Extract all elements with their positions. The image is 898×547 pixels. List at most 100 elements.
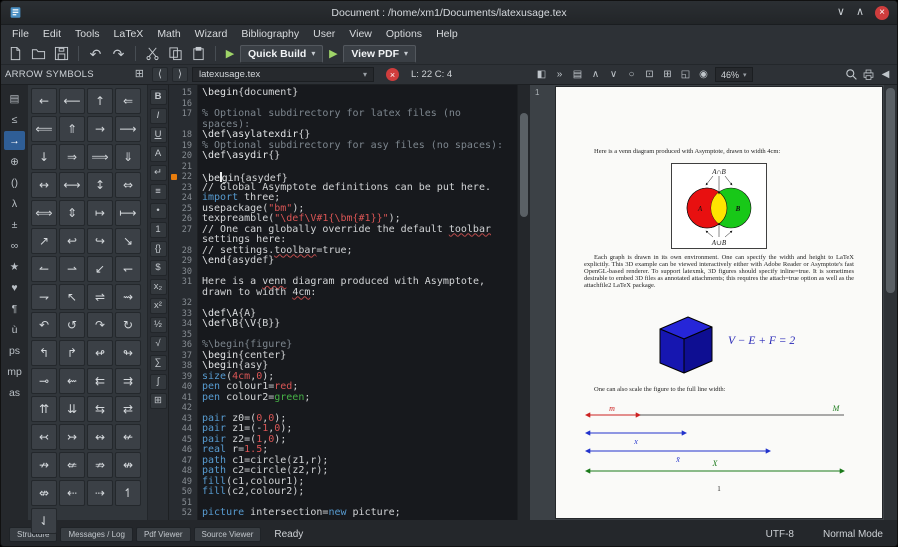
code-line[interactable]: \def\asydir{}: [202, 151, 517, 162]
panel-grid-icon[interactable]: ⊞: [135, 69, 144, 80]
symbol-button[interactable]: ⟸: [31, 116, 57, 142]
menu-item[interactable]: Bibliography: [234, 27, 306, 41]
inline-math-icon[interactable]: $: [150, 260, 167, 276]
symbol-button[interactable]: ↚: [115, 424, 141, 450]
symbol-button[interactable]: →: [87, 116, 113, 142]
previous-document-button[interactable]: ⟨: [152, 67, 168, 82]
symbol-button[interactable]: ⟼: [115, 200, 141, 226]
gutter-line[interactable]: 40: [169, 382, 197, 393]
symbol-button[interactable]: ↿: [115, 480, 141, 506]
structure-tab-icon[interactable]: ▤: [4, 89, 25, 108]
symbol-button[interactable]: ⇎: [31, 480, 57, 506]
gutter-line[interactable]: 23: [169, 183, 197, 194]
greek-letters-icon[interactable]: λ: [4, 194, 25, 213]
code-line[interactable]: \end{asydef}: [202, 256, 517, 267]
gutter-line[interactable]: 22: [169, 172, 197, 183]
symbol-button[interactable]: ↭: [87, 424, 113, 450]
gutter-line[interactable]: 34: [169, 319, 197, 330]
gutter-line[interactable]: 52: [169, 508, 197, 519]
run-view-pdf-icon[interactable]: ▶: [325, 47, 341, 60]
run-quick-build-icon[interactable]: ▶: [222, 47, 238, 60]
symbol-button[interactable]: ↢: [31, 424, 57, 450]
symbol-button[interactable]: ↩: [59, 228, 85, 254]
symbol-button[interactable]: ↷: [87, 312, 113, 338]
asymptote-icon[interactable]: as: [4, 383, 25, 402]
editor-code[interactable]: \begin{document} % Optional subdirectory…: [198, 85, 517, 520]
symbol-button[interactable]: ⟺: [31, 200, 57, 226]
fraction-icon[interactable]: ½: [150, 317, 167, 333]
menu-item[interactable]: Wizard: [188, 27, 235, 41]
symbol-button[interactable]: ↫: [87, 340, 113, 366]
gutter-line[interactable]: 21: [169, 162, 197, 173]
symbol-button[interactable]: ↣: [59, 424, 85, 450]
menu-item[interactable]: View: [342, 27, 379, 41]
gutter-line[interactable]: [169, 235, 197, 246]
gutter-line[interactable]: 15: [169, 88, 197, 99]
undo-button[interactable]: ↶: [85, 44, 106, 63]
most-used-icon[interactable]: ★: [4, 257, 25, 276]
italic-icon[interactable]: I: [150, 108, 167, 124]
editor-scrollbar[interactable]: [517, 85, 530, 520]
cut-button[interactable]: [142, 44, 163, 63]
symbol-button[interactable]: ⇜: [59, 368, 85, 394]
gutter-line[interactable]: 50: [169, 487, 197, 498]
maximize-button[interactable]: ∧: [856, 7, 864, 18]
gutter-line[interactable]: [169, 120, 197, 131]
menu-item[interactable]: Tools: [68, 27, 107, 41]
gutter-line[interactable]: 37: [169, 351, 197, 362]
sqrt-icon[interactable]: √: [150, 336, 167, 352]
symbol-button[interactable]: ⇔: [115, 172, 141, 198]
arrow-symbols-icon[interactable]: →: [4, 131, 25, 150]
gutter-line[interactable]: 18: [169, 130, 197, 141]
open-documents-combo[interactable]: latexusage.tex ▾: [192, 67, 374, 82]
symbol-button[interactable]: ⇒: [59, 144, 85, 170]
menu-item[interactable]: Help: [429, 27, 465, 41]
symbol-button[interactable]: ⇠: [59, 480, 85, 506]
gutter-line[interactable]: 45: [169, 435, 197, 446]
print-icon[interactable]: [861, 67, 876, 82]
zoom-combo[interactable]: 46% ▾: [715, 67, 753, 82]
symbol-button[interactable]: ⇏: [87, 452, 113, 478]
pane-toggle-icon[interactable]: ◧: [534, 67, 549, 82]
symbol-button[interactable]: ⟷: [59, 172, 85, 198]
presentation-icon[interactable]: ◉: [696, 67, 711, 82]
symbol-button[interactable]: ↰: [31, 340, 57, 366]
fit-width-icon[interactable]: ⊞: [660, 67, 675, 82]
gutter-line[interactable]: 29: [169, 256, 197, 267]
bold-icon[interactable]: B: [150, 89, 167, 105]
gutter-line[interactable]: 20: [169, 151, 197, 162]
gutter-line[interactable]: 38: [169, 361, 197, 372]
symbol-button[interactable]: ↽: [115, 256, 141, 282]
misc-math-symbols-icon[interactable]: ⊕: [4, 152, 25, 171]
gutter-line[interactable]: 26: [169, 214, 197, 225]
symbol-button[interactable]: ↔: [31, 172, 57, 198]
gutter-line[interactable]: 36: [169, 340, 197, 351]
gutter-line[interactable]: 49: [169, 477, 197, 488]
toc-icon[interactable]: ▤: [570, 67, 585, 82]
status-tab[interactable]: Source Viewer: [194, 527, 262, 542]
collapse-panel-icon[interactable]: ◀: [878, 67, 893, 82]
symbol-button[interactable]: ⊸: [31, 368, 57, 394]
symbol-button[interactable]: ⇕: [59, 200, 85, 226]
new-file-button[interactable]: [5, 44, 26, 63]
sync-source-icon[interactable]: ○: [624, 67, 639, 82]
gutter-line[interactable]: 42: [169, 403, 197, 414]
enumerate-icon[interactable]: 1: [150, 222, 167, 238]
gutter-line[interactable]: 39: [169, 372, 197, 383]
symbol-button[interactable]: ↪: [87, 228, 113, 254]
menu-item[interactable]: Edit: [36, 27, 68, 41]
symbol-button[interactable]: ↮: [115, 452, 141, 478]
symbol-button[interactable]: ↘: [115, 228, 141, 254]
status-tab[interactable]: Pdf Viewer: [136, 527, 191, 542]
code-line[interactable]: pen colour2=green;: [202, 393, 517, 404]
underline-icon[interactable]: U: [150, 127, 167, 143]
accents-icon[interactable]: ù: [4, 320, 25, 339]
symbol-button[interactable]: ↙: [87, 256, 113, 282]
subscript-icon[interactable]: x₂: [150, 279, 167, 295]
quick-build-combo[interactable]: Quick Build ▾: [240, 45, 323, 63]
font-icon[interactable]: A: [150, 146, 167, 162]
symbol-button[interactable]: ⇆: [87, 396, 113, 422]
center-icon[interactable]: ≡: [150, 184, 167, 200]
symbol-button[interactable]: ⟹: [87, 144, 113, 170]
superscript-icon[interactable]: x²: [150, 298, 167, 314]
